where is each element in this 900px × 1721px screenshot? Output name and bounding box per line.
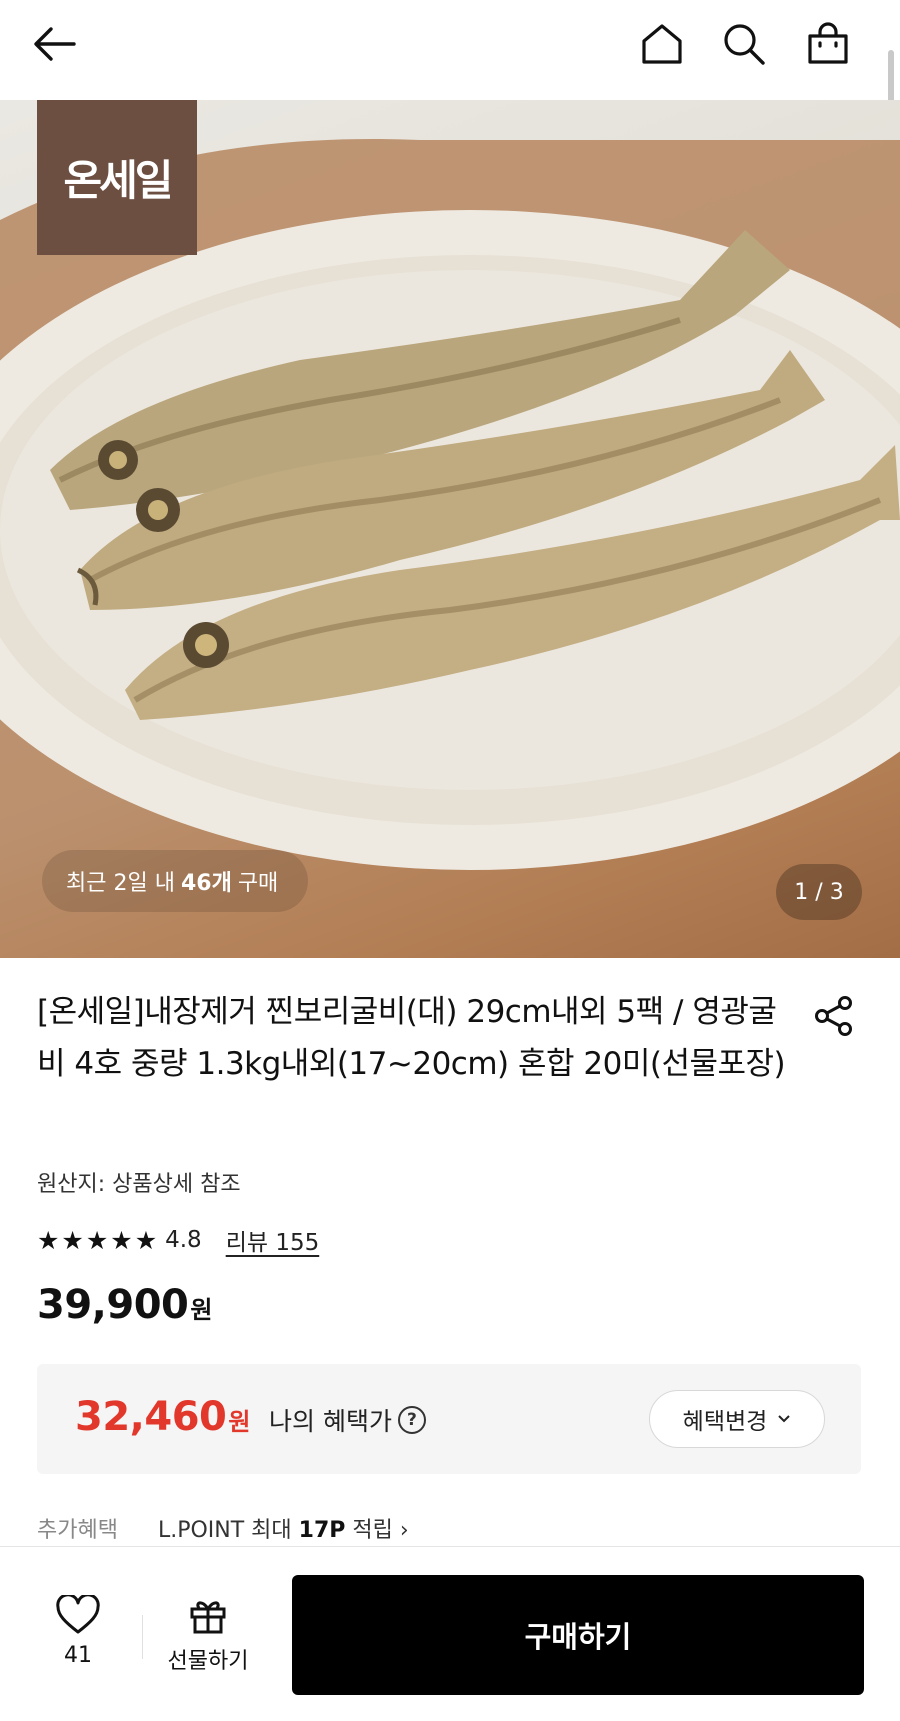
product-price: 39,900원	[37, 1282, 212, 1328]
star-icon: ★	[61, 1225, 84, 1255]
extra-benefit-row[interactable]: 추가혜택 L.POINT 최대 17P 적립 ›	[37, 1512, 409, 1544]
gift-label: 선물하기	[167, 1649, 249, 1674]
recent-purchase-badge: 최근 2일 내 46개 구매	[42, 850, 309, 912]
lpoint-suffix: 적립 ›	[352, 1518, 409, 1543]
benefit-price-unit: 원	[228, 1408, 250, 1436]
rating-stars: ★ ★ ★ ★ ★	[37, 1228, 157, 1253]
review-link[interactable]: 리뷰 155	[226, 1223, 320, 1257]
origin-info: 원산지: 상품상세 참조	[37, 1172, 241, 1197]
gift-icon	[190, 1601, 226, 1634]
benefit-label-text: 나의 혜택가	[269, 1407, 392, 1436]
search-button[interactable]	[716, 16, 772, 72]
purchase-suffix: 구매	[237, 871, 279, 896]
chevron-down-icon	[778, 1415, 791, 1423]
lpoint-info: L.POINT 최대 17P 적립 ›	[158, 1512, 409, 1544]
star-icon: ★	[85, 1225, 109, 1255]
arrow-left-icon	[34, 27, 76, 61]
rating-value: 4.8	[165, 1227, 202, 1253]
gift-button[interactable]: 선물하기	[160, 1595, 256, 1695]
top-nav-bar	[0, 0, 900, 100]
benefit-price-box: 32,460원 나의 혜택가 ? 혜택변경	[37, 1364, 861, 1474]
benefit-change-label: 혜택변경	[682, 1409, 768, 1435]
benefit-price: 32,460원	[75, 1394, 250, 1440]
lpoint-text: L.POINT 최대	[157, 1518, 292, 1543]
lpoint-amount: 17P	[298, 1518, 346, 1543]
brand-logo-text: 온세일	[63, 156, 174, 205]
price-value: 39,900	[37, 1282, 189, 1328]
home-button[interactable]	[634, 16, 690, 72]
buy-button[interactable]: 구매하기	[292, 1575, 864, 1695]
star-icon: ★	[134, 1225, 158, 1255]
back-button[interactable]	[26, 16, 82, 72]
star-icon: ★	[110, 1225, 133, 1255]
benefit-change-button[interactable]: 혜택변경	[649, 1390, 825, 1448]
share-button[interactable]	[808, 990, 860, 1042]
home-icon	[642, 24, 682, 64]
share-icon	[815, 996, 852, 1036]
rating-row: ★ ★ ★ ★ ★ 4.8 리뷰 155	[37, 1222, 319, 1258]
question-circle-icon[interactable]: ?	[397, 1406, 426, 1434]
benefit-price-value: 32,460	[75, 1394, 227, 1440]
bottom-action-bar: 41 선물하기 구매하기	[0, 1546, 900, 1721]
brand-logo: 온세일	[37, 100, 197, 255]
shopping-bag-icon	[808, 22, 848, 64]
carousel-pager: 1 / 3	[776, 864, 862, 920]
like-count: 41	[64, 1643, 92, 1668]
extra-benefit-label: 추가혜택	[37, 1518, 118, 1543]
purchase-count: 46개	[180, 871, 232, 896]
cart-button[interactable]	[800, 16, 856, 72]
benefit-label: 나의 혜택가 ?	[269, 1402, 426, 1438]
product-title: [온세일]내장제거 찐보리굴비(대) 29cm내외 5팩 / 영광굴비 4호 중…	[37, 994, 786, 1082]
action-divider	[142, 1615, 143, 1659]
star-icon: ★	[37, 1225, 60, 1255]
search-icon	[724, 24, 765, 65]
like-button[interactable]: 41	[42, 1595, 114, 1695]
price-unit: 원	[190, 1296, 212, 1324]
heart-icon	[56, 1595, 100, 1634]
purchase-prefix: 최근 2일 내	[66, 871, 175, 896]
product-image-carousel[interactable]: 온세일 최근 2일 내 46개 구매 1 / 3	[0, 100, 900, 958]
